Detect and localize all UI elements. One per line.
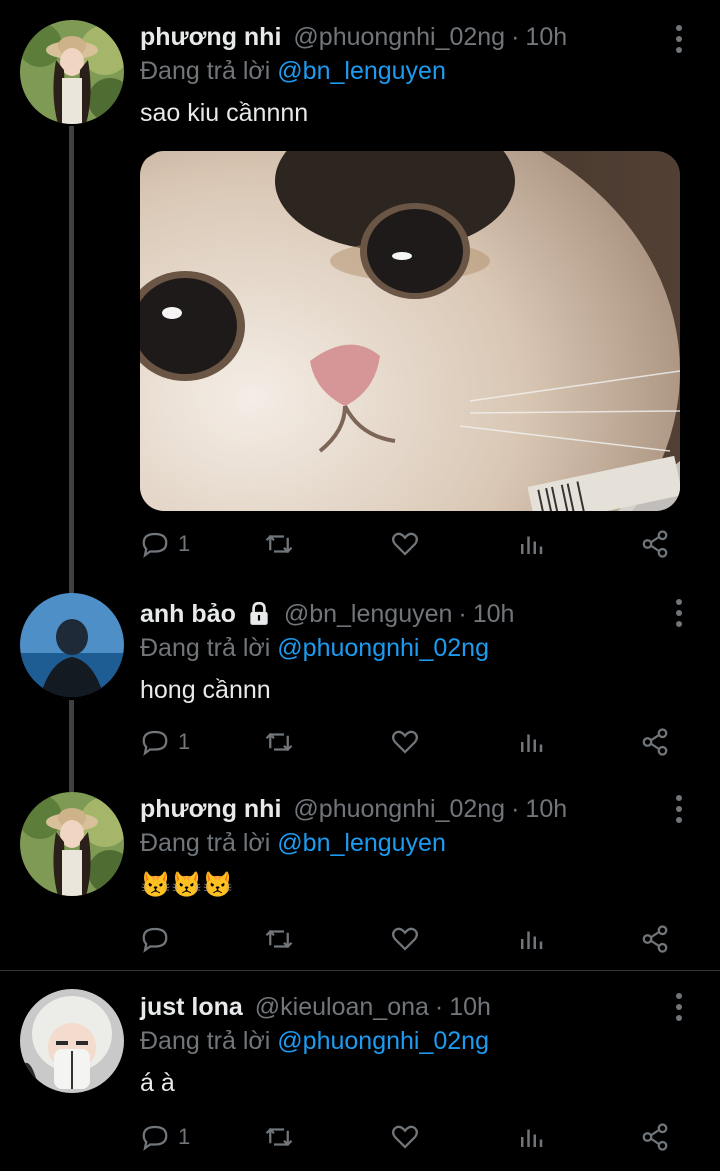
share-icon (642, 530, 668, 558)
more-icon[interactable] (672, 24, 686, 54)
retweet-icon (265, 534, 293, 554)
share-button[interactable] (640, 1117, 670, 1157)
views-icon (521, 931, 543, 949)
reply-mention[interactable]: @bn_lenguyen (277, 829, 446, 857)
user-handle[interactable]: @kieuloan_ona (255, 992, 429, 1022)
retweet-button[interactable] (264, 919, 294, 959)
display-name[interactable]: anh bảo (140, 599, 236, 629)
timestamp[interactable]: 10h (449, 992, 491, 1022)
replying-to: Đang trả lời @bn_lenguyen (140, 828, 680, 858)
reply-count: 1 (178, 1124, 191, 1149)
timestamp[interactable]: 10h (473, 599, 515, 629)
replying-to-label: Đang trả lời (140, 829, 271, 857)
avatar[interactable] (20, 989, 124, 1093)
views-button[interactable] (516, 722, 546, 762)
tweet[interactable]: phương nhi @phuongnhi_02ng · 10h Đang tr… (0, 785, 720, 970)
reply-mention[interactable]: @phuongnhi_02ng (277, 1027, 489, 1055)
retweet-button[interactable] (264, 722, 294, 762)
more-icon[interactable] (672, 992, 686, 1022)
reply-count: 1 (178, 729, 191, 754)
user-handle[interactable]: @bn_lenguyen (284, 599, 453, 629)
timestamp[interactable]: 10h (525, 22, 567, 52)
reply-button[interactable]: 1 (140, 1117, 190, 1157)
like-button[interactable] (390, 919, 420, 959)
display-name[interactable]: just lona (140, 992, 243, 1022)
tweet[interactable]: just lona @kieuloan_ona · 10h Đang trả l… (0, 971, 720, 1171)
avatar[interactable] (20, 593, 124, 697)
reply-mention[interactable]: @bn_lenguyen (277, 57, 446, 85)
reply-mention[interactable]: @phuongnhi_02ng (277, 634, 489, 662)
separator-dot: · (511, 23, 520, 51)
share-button[interactable] (640, 919, 670, 959)
reply-icon (142, 532, 168, 558)
views-icon (521, 734, 543, 752)
replying-to: Đang trả lời @bn_lenguyen (140, 56, 680, 86)
like-icon (392, 730, 418, 754)
tweet-image[interactable] (140, 151, 680, 511)
reply-icon (142, 927, 168, 953)
avatar[interactable] (20, 792, 124, 896)
views-icon (521, 1129, 543, 1147)
tweet-text: 😾😾😾 (140, 871, 234, 899)
views-icon (521, 536, 543, 554)
share-icon (642, 728, 668, 756)
more-icon[interactable] (672, 598, 686, 628)
share-icon (642, 925, 668, 953)
replying-to-label: Đang trả lời (140, 1027, 271, 1055)
retweet-icon (265, 1127, 293, 1147)
reply-button[interactable] (140, 919, 178, 959)
separator-dot: · (511, 795, 520, 823)
share-button[interactable] (640, 524, 670, 564)
like-icon (392, 927, 418, 951)
reply-button[interactable]: 1 (140, 722, 190, 762)
replying-to-label: Đang trả lời (140, 634, 271, 662)
tweet-text: á à (140, 1069, 175, 1097)
separator-dot: · (434, 993, 444, 1021)
avatar[interactable] (20, 20, 124, 124)
views-button[interactable] (516, 524, 546, 564)
retweet-button[interactable] (264, 524, 294, 564)
tweet-text: sao kiu cầnnnn (140, 99, 309, 127)
tweet[interactable]: phương nhi @phuongnhi_02ng · 10h Đang tr… (0, 0, 720, 590)
like-button[interactable] (390, 524, 420, 564)
display-name[interactable]: phương nhi (140, 794, 281, 824)
views-button[interactable] (516, 919, 546, 959)
retweet-icon (265, 929, 293, 949)
reply-count: 1 (178, 531, 191, 556)
like-button[interactable] (390, 1117, 420, 1157)
views-button[interactable] (516, 1117, 546, 1157)
tweet-text: hong cầnnn (140, 676, 271, 704)
like-button[interactable] (390, 722, 420, 762)
tweet[interactable]: anh bảo @bn_lenguyen · 10h Đang trả lời … (0, 590, 720, 785)
reply-icon (142, 1125, 168, 1151)
retweet-button[interactable] (264, 1117, 294, 1157)
share-button[interactable] (640, 722, 670, 762)
retweet-icon (265, 732, 293, 752)
more-icon[interactable] (672, 794, 686, 824)
like-icon (392, 1125, 418, 1149)
reply-button[interactable]: 1 (140, 524, 190, 564)
replying-to-label: Đang trả lời (140, 57, 271, 85)
like-icon (392, 532, 418, 556)
user-handle[interactable]: @phuongnhi_02ng (293, 794, 505, 824)
user-handle[interactable]: @phuongnhi_02ng (293, 22, 505, 52)
share-icon (642, 1123, 668, 1151)
replying-to: Đang trả lời @phuongnhi_02ng (140, 633, 680, 663)
reply-icon (142, 730, 168, 756)
timestamp[interactable]: 10h (525, 794, 567, 824)
display-name[interactable]: phương nhi (140, 22, 281, 52)
lock-icon (250, 601, 268, 625)
separator-dot: · (458, 600, 467, 628)
replying-to: Đang trả lời @phuongnhi_02ng (140, 1026, 680, 1056)
